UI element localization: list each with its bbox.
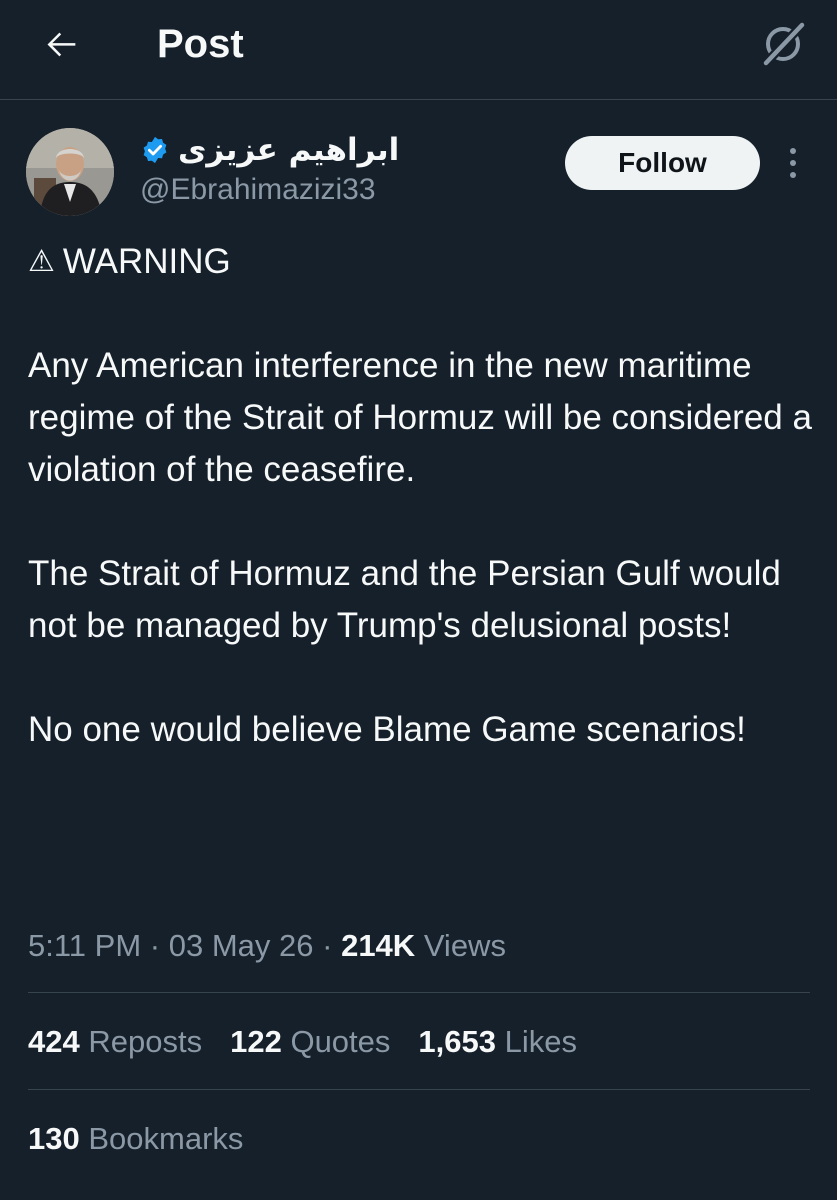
views-label: Views [423,928,506,963]
more-vertical-icon-dot [790,148,796,154]
author-handle[interactable]: @Ebrahimazizi33 [140,172,376,208]
divider [28,992,810,993]
quotes-stat[interactable]: 122 Quotes [230,1016,390,1068]
bookmarks-count: 130 [28,1121,80,1156]
verified-badge-icon [143,136,167,164]
back-button[interactable] [36,18,88,70]
grok-button[interactable] [755,16,811,72]
post-paragraph: No one would believe Blame Game scenario… [28,710,746,749]
avatar[interactable] [26,128,114,216]
likes-count: 1,653 [418,1024,496,1059]
post-time[interactable]: 5:11 PM [28,928,141,963]
post-meta: 5:11 PM · 03 May 26 · 214K Views [28,920,506,972]
more-vertical-icon-dot [790,172,796,178]
warning-icon: ⚠ [28,244,55,279]
quotes-count: 122 [230,1024,282,1059]
meta-separator: · [149,928,161,963]
quotes-label: Quotes [290,1024,391,1059]
bookmarks-label: Bookmarks [88,1121,244,1156]
meta-separator: · [322,928,333,963]
divider [28,1089,810,1090]
page-title: Post [157,22,244,66]
warning-line: ⚠ WARNING [28,236,818,288]
likes-stat[interactable]: 1,653 Likes [418,1016,577,1068]
post-paragraph: The Strait of Hormuz and the Persian Gul… [28,554,781,645]
likes-label: Likes [504,1024,577,1059]
avatar-image [26,128,114,216]
warning-label: WARNING [62,242,231,281]
views-count: 214K [341,928,416,963]
author-name-row[interactable]: ابراهیم عزیزی [140,130,399,170]
more-options-button[interactable] [776,140,810,186]
more-vertical-icon-dot [790,160,796,166]
post-text: ⚠ WARNING Any American interference in t… [28,236,818,756]
follow-button[interactable]: Follow [565,136,760,190]
top-bar: Post [0,0,837,100]
post-date[interactable]: 03 May 26 [169,928,314,963]
reposts-count: 424 [28,1024,80,1059]
post-paragraph: Any American interference in the new mar… [28,346,812,489]
arrow-left-icon [47,32,76,57]
engagement-stats: 424 Reposts 122 Quotes 1,653 Likes [28,1016,605,1068]
reposts-stat[interactable]: 424 Reposts [28,1016,202,1068]
grok-icon [763,22,805,66]
bookmarks-stat[interactable]: 130 Bookmarks [28,1113,243,1165]
author-display-name: ابراهیم عزیزی [178,132,400,168]
reposts-label: Reposts [88,1024,203,1059]
